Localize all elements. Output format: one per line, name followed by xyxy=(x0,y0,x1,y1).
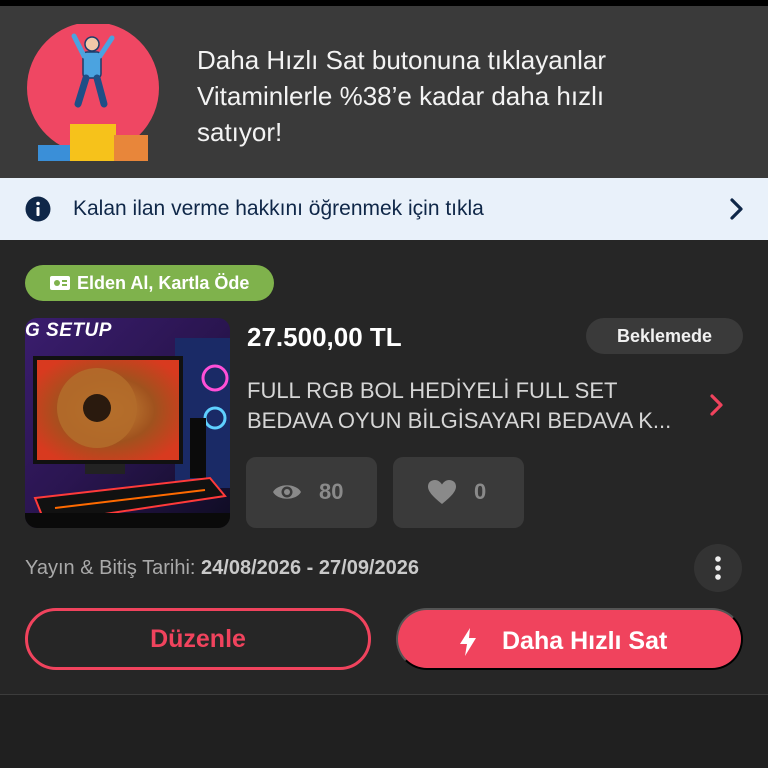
more-vertical-icon xyxy=(715,556,721,580)
fast-sell-label: Daha Hızlı Sat xyxy=(502,627,668,655)
chevron-right-icon[interactable] xyxy=(726,197,748,221)
gaming-setup-image xyxy=(25,318,230,528)
promo-text: Daha Hızlı Sat butonuna tıklayanlar Vita… xyxy=(197,42,737,150)
dates-label: Yayın & Bitiş Tarihi: xyxy=(25,557,196,579)
cash-card-icon xyxy=(50,276,70,290)
listing-title[interactable]: FULL RGB BOL HEDİYELİ FULL SET BEDAVA OY… xyxy=(247,376,697,436)
edit-button[interactable]: Düzenle xyxy=(25,608,371,670)
info-bar-text: Kalan ilan verme hakkını öğrenmek için t… xyxy=(73,197,484,220)
lightning-icon xyxy=(460,628,476,656)
heart-icon xyxy=(428,480,456,504)
chevron-right-icon[interactable] xyxy=(708,392,726,418)
more-options-button[interactable] xyxy=(694,544,742,592)
fast-sell-button[interactable]: Daha Hızlı Sat xyxy=(396,608,743,670)
pay-method-label: Elden Al, Kartla Öde xyxy=(77,273,250,293)
listing-quota-info-bar[interactable]: Kalan ilan verme hakkını öğrenmek için t… xyxy=(0,178,768,240)
likes-count: 0 xyxy=(474,479,487,504)
price: 27.500,00 TL xyxy=(247,322,402,352)
promo-line-3: satıyor! xyxy=(197,117,283,147)
celebration-illustration xyxy=(27,24,159,161)
promo-banner[interactable]: Daha Hızlı Sat butonuna tıklayanlar Vita… xyxy=(0,6,768,178)
eye-icon xyxy=(273,485,301,499)
promo-line-1: Daha Hızlı Sat butonuna tıklayanlar xyxy=(197,45,607,75)
status-badge: Beklemede xyxy=(586,318,743,354)
dates-value: 24/08/2026 - 27/09/2026 xyxy=(201,557,419,579)
likes-counter: 0 xyxy=(393,457,524,528)
promo-line-2: Vitaminlerle %38’e kadar daha hızlı xyxy=(197,81,605,111)
publish-end-dates: Yayın & Bitiş Tarihi: 24/08/2026 - 27/09… xyxy=(25,555,419,581)
pay-method-badge: Elden Al, Kartla Öde xyxy=(25,265,275,301)
listing-title-line-1: FULL RGB BOL HEDİYELİ FULL SET xyxy=(247,378,618,403)
views-count: 80 xyxy=(319,479,344,504)
views-counter: 80 xyxy=(246,457,377,528)
info-icon xyxy=(25,196,51,222)
listing-title-line-2: BEDAVA OYUN BİLGİSAYARI BEDAVA K... xyxy=(247,408,672,433)
next-card-area xyxy=(0,695,768,768)
listing-thumbnail[interactable]: G SETUP xyxy=(25,318,230,528)
thumbnail-caption: G SETUP xyxy=(25,320,112,341)
